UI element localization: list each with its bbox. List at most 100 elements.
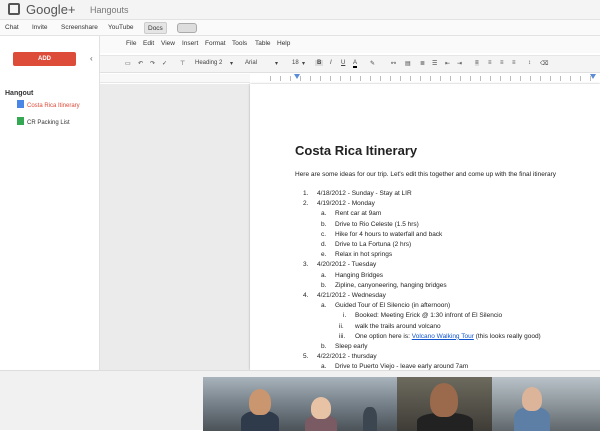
line-spacing-icon[interactable]: ↕	[528, 60, 531, 66]
align-left-icon[interactable]: ≡	[475, 60, 479, 66]
more-apps-icon[interactable]	[177, 23, 197, 33]
font-select[interactable]: Arial	[245, 60, 257, 66]
list-marker: b.	[321, 281, 327, 289]
bold-button[interactable]: B	[315, 60, 324, 66]
app-tabs: Chat Invite Screenshare YouTube Docs	[0, 20, 600, 36]
top-bar: Google+ Hangouts	[0, 0, 600, 20]
section-name: Hangouts	[90, 5, 129, 15]
participant-video-self[interactable]	[492, 377, 600, 431]
comment-icon[interactable]: ▤	[405, 60, 411, 67]
list-text-main: Relax in hot springs	[335, 251, 393, 259]
list-text: Drive to Rio Celeste (1.5 hrs)	[335, 220, 419, 230]
spellcheck-icon[interactable]: ✓	[162, 60, 167, 67]
tab-chat[interactable]: Chat	[2, 22, 22, 34]
list-text: Drive to La Fortuna (2 hrs)	[335, 240, 411, 250]
list-text-main: Drive to La Fortuna (2 hrs)	[335, 241, 412, 248]
list-marker: 2.	[303, 200, 309, 208]
list-text-after: (this looks really good)	[473, 332, 541, 340]
list-text: 4/21/2012 - Wednesday	[317, 291, 386, 301]
list-marker: a.	[321, 302, 327, 310]
increase-indent-icon[interactable]: ⇥	[457, 60, 462, 67]
list-text: Hanging Bridges	[335, 271, 383, 281]
undo-icon[interactable]: ↶	[138, 60, 143, 67]
list-text: walk the trails around volcano	[355, 322, 441, 332]
font-size-select[interactable]: 18	[292, 60, 299, 66]
list-text-main: Drive to Rio Celeste (1.5 hrs)	[335, 220, 419, 228]
menu-help[interactable]: Help	[277, 40, 290, 47]
list-text-main: One option here is:	[355, 332, 412, 340]
right-indent-marker-icon[interactable]	[590, 74, 596, 79]
left-indent-marker-icon[interactable]	[294, 74, 300, 79]
justify-icon[interactable]: ≡	[512, 60, 516, 66]
sidebar-item-cr-packing-list[interactable]: CR Packing List	[17, 117, 70, 127]
add-button[interactable]: ADD	[13, 52, 76, 66]
list-text: Relax in hot springs	[335, 250, 392, 260]
menu-format[interactable]: Format	[205, 40, 226, 47]
highlight-icon[interactable]: ✎	[370, 60, 375, 67]
underline-button[interactable]: U	[341, 60, 345, 66]
brand-name[interactable]: Google+	[26, 2, 76, 17]
menu-insert[interactable]: Insert	[182, 40, 198, 47]
font-chevron-icon[interactable]: ▾	[275, 60, 278, 67]
sidebar: ADD ‹ Hangout Costa Rica Itinerary CR Pa…	[0, 36, 100, 370]
list-text-main: 4/21/2012 - Wednesday	[317, 292, 386, 299]
list-marker: ii.	[339, 322, 344, 330]
list-text: Zipline, canyoneering, hanging bridges	[335, 281, 447, 291]
menu-edit[interactable]: Edit	[143, 40, 154, 47]
list-marker: i.	[343, 312, 347, 320]
clear-format-icon[interactable]: ⌫	[540, 60, 548, 67]
numbered-list-icon[interactable]: ≣	[420, 60, 425, 67]
list-text-main: Rent car at 9am	[335, 210, 382, 218]
align-center-icon[interactable]: ≡	[488, 60, 492, 66]
volcano-tour-link[interactable]: Volcano Walking Tour	[412, 333, 474, 340]
menu-file[interactable]: File	[126, 40, 136, 47]
tab-youtube[interactable]: YouTube	[105, 22, 137, 34]
participant-face	[249, 389, 271, 415]
participant-face	[311, 397, 331, 419]
tab-docs[interactable]: Docs	[144, 22, 167, 34]
tab-invite[interactable]: Invite	[29, 22, 51, 34]
align-right-icon[interactable]: ≡	[500, 60, 504, 66]
menu-view[interactable]: View	[161, 40, 175, 47]
menu-bar: File Edit View Insert Format Tools Table…	[100, 36, 600, 53]
list-text: Rent car at 9am	[335, 209, 381, 219]
participant-video-single[interactable]	[397, 377, 492, 431]
list-marker: iii.	[339, 332, 346, 340]
video-participants-bar	[0, 370, 600, 431]
redo-icon[interactable]: ↷	[150, 60, 155, 67]
list-text: 4/19/2012 - Monday	[317, 199, 375, 209]
sidebar-item-label: CR Packing List	[27, 120, 70, 126]
size-chevron-icon[interactable]: ▾	[302, 60, 305, 67]
format-toolbar: ▭ ↶ ↷ ✓ ⊤ Heading 2 ▾ Arial ▾ 18 ▾ B I U…	[100, 55, 600, 73]
document-intro[interactable]: Here are some ideas for our trip. Let's …	[295, 171, 556, 178]
bulleted-list-icon[interactable]: ☰	[432, 60, 437, 67]
docs-icon	[17, 100, 24, 108]
menu-tools[interactable]: Tools	[232, 40, 247, 47]
style-chevron-icon[interactable]: ▾	[230, 60, 233, 67]
paint-format-icon[interactable]: ⊤	[180, 60, 185, 67]
sidebar-item-costa-rica-itinerary[interactable]: Costa Rica Itinerary	[17, 100, 80, 110]
link-icon[interactable]: ⚯	[391, 60, 396, 67]
list-marker: 4.	[303, 292, 309, 299]
collapse-icon[interactable]: ‹	[90, 54, 93, 63]
text-color-button[interactable]: A	[353, 60, 358, 68]
menu-table[interactable]: Table	[255, 40, 271, 47]
participant-face	[522, 387, 542, 411]
list-marker: c.	[321, 230, 327, 238]
participant-video-group[interactable]	[203, 377, 397, 431]
list-text: Hike for 4 hours to waterfall and back	[335, 230, 442, 240]
list-text: 4/22/2012 - thursday	[317, 352, 377, 362]
tab-screenshare[interactable]: Screenshare	[58, 22, 101, 34]
italic-button[interactable]: I	[330, 60, 332, 66]
list-text: Sleep early	[335, 342, 368, 352]
print-icon[interactable]: ▭	[125, 60, 131, 67]
document-page[interactable]: Costa Rica Itinerary Here are some ideas…	[250, 84, 600, 381]
list-marker: b.	[321, 220, 327, 228]
sheets-icon	[17, 117, 24, 125]
list-text: Booked: Meeting Erick @ 1:30 infront of …	[355, 311, 502, 321]
list-text-main: walk the trails around volcano	[355, 322, 441, 330]
list-text: 4/18/2012 - Sunday - Stay at LIR	[317, 189, 412, 199]
document-title[interactable]: Costa Rica Itinerary	[295, 143, 417, 158]
style-select[interactable]: Heading 2	[195, 60, 222, 66]
decrease-indent-icon[interactable]: ⇤	[445, 60, 450, 67]
